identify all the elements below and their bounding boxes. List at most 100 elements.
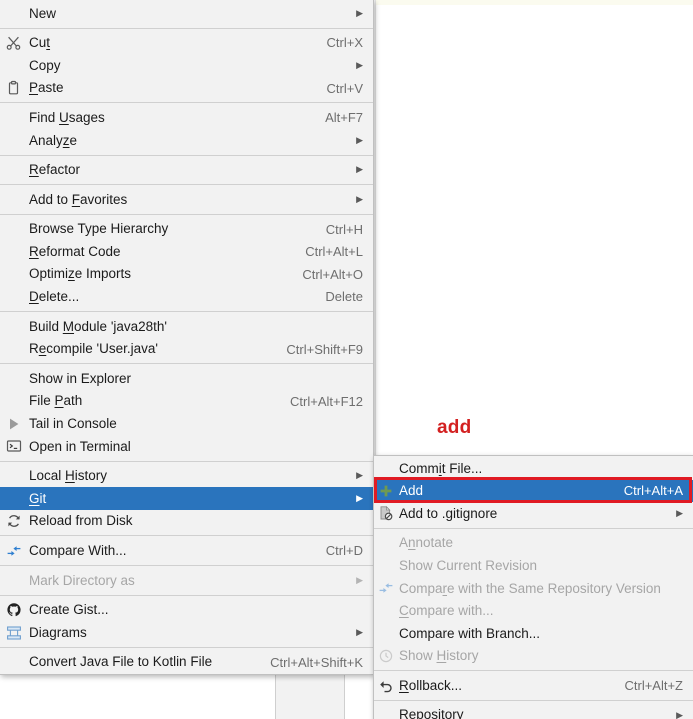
menu-item-shortcut: Ctrl+Alt+O: [302, 266, 363, 282]
chevron-right-icon: ▶: [356, 164, 363, 175]
refresh-icon: [0, 510, 28, 533]
menu-item-icon-slot: [0, 106, 28, 129]
menu-item-commit-file[interactable]: Commit File...: [374, 457, 693, 480]
chevron-right-icon: ▶: [676, 507, 683, 518]
menu-item-create-gist[interactable]: Create Gist...: [0, 599, 373, 622]
menu-item-shortcut: Ctrl+D: [325, 543, 363, 559]
menu-item-browse-type-hierarchy[interactable]: Browse Type Hierarchy Ctrl+H: [0, 218, 373, 241]
clock-icon: [374, 645, 398, 668]
menu-item-refactor[interactable]: Refactor ▶: [0, 159, 373, 182]
menu-separator: [374, 699, 693, 701]
menu-item-tail-in-console[interactable]: Tail in Console: [0, 413, 373, 436]
menu-item-label: Compare with Branch...: [399, 625, 541, 641]
menu-item-shortcut: Ctrl+Alt+Shift+K: [270, 654, 363, 670]
menu-item-icon-slot: [374, 600, 398, 623]
menu-item-mark-directory-as: Mark Directory as ▶: [0, 569, 373, 592]
menu-item-git[interactable]: Git ▶: [0, 487, 373, 510]
menu-item-label: Add: [399, 483, 424, 499]
menu-item-label: Rollback...: [399, 677, 463, 693]
play-icon: [0, 413, 28, 436]
menu-item-recompile-user-java[interactable]: Recompile 'User.java' Ctrl+Shift+F9: [0, 338, 373, 361]
menu-item-icon-slot: [0, 159, 28, 182]
menu-item-file-path[interactable]: File Path Ctrl+Alt+F12: [0, 390, 373, 413]
menu-separator: [0, 311, 373, 313]
annotation-add-label: add: [437, 417, 472, 438]
menu-item-compare-with[interactable]: Compare With... Ctrl+D: [0, 539, 373, 562]
menu-item-cut[interactable]: Cut Ctrl+X: [0, 32, 373, 55]
menu-item-label: Reformat Code: [29, 243, 121, 259]
menu-item-icon-slot: [0, 129, 28, 152]
menu-item-label: Git: [29, 490, 47, 506]
menu-separator: [0, 363, 373, 365]
menu-item-label: Add to .gitignore: [399, 505, 498, 521]
menu-item-paste[interactable]: Paste Ctrl+V: [0, 77, 373, 100]
menu-item-show-in-explorer[interactable]: Show in Explorer: [0, 367, 373, 390]
menu-item-label: Show in Explorer: [29, 370, 132, 386]
menu-item-reload-from-disk[interactable]: Reload from Disk: [0, 510, 373, 533]
menu-separator: [0, 213, 373, 215]
menu-item-label: Reload from Disk: [29, 513, 133, 529]
chevron-right-icon: ▶: [356, 493, 363, 504]
menu-item-copy[interactable]: Copy ▶: [0, 54, 373, 77]
plus-icon: [374, 480, 398, 503]
menu-item-add-to-favorites[interactable]: Add to Favorites ▶: [0, 188, 373, 211]
menu-item-convert-java-file-to-kotlin-file[interactable]: Convert Java File to Kotlin File Ctrl+Alt…: [0, 651, 373, 674]
menu-separator: [0, 646, 373, 648]
undo-icon: [374, 674, 398, 697]
menu-item-shortcut: Alt+F7: [325, 110, 363, 126]
menu-item-label: Compare With...: [29, 543, 127, 559]
menu-item-shortcut: Ctrl+Alt+L: [305, 244, 363, 260]
menu-item-label: Annotate: [399, 535, 454, 551]
menu-item-label: Browse Type Hierarchy: [29, 221, 169, 237]
menu-item-shortcut: Ctrl+V: [326, 80, 363, 96]
menu-item-shortcut: Ctrl+Alt+A: [623, 483, 683, 499]
chevron-right-icon: ▶: [356, 59, 363, 70]
editor-gutter-divider: [375, 0, 376, 455]
menu-item-analyze[interactable]: Analyze ▶: [0, 129, 373, 152]
chevron-right-icon: ▶: [356, 627, 363, 638]
menu-item-local-history[interactable]: Local History ▶: [0, 465, 373, 488]
menu-item-add[interactable]: Add Ctrl+Alt+A: [374, 479, 693, 503]
menu-item-icon-slot: [0, 569, 28, 592]
editor-context-menu[interactable]: New ▶ Cut Ctrl+X Copy ▶ Paste Ctrl+V Find Usages…: [0, 0, 374, 676]
menu-item-shortcut: Ctrl+X: [326, 35, 363, 51]
chevron-right-icon: ▶: [356, 134, 363, 145]
menu-item-icon-slot: [0, 54, 28, 77]
menu-item-optimize-imports[interactable]: Optimize Imports Ctrl+Alt+O: [0, 263, 373, 286]
menu-item-label: Analyze: [29, 132, 78, 148]
menu-separator: [0, 460, 373, 462]
menu-item-icon-slot: [0, 315, 28, 338]
menu-item-label: Optimize Imports: [29, 266, 132, 282]
menu-item-compare-with-branch[interactable]: Compare with Branch...: [374, 622, 693, 645]
menu-item-label: Show Current Revision: [399, 557, 538, 573]
menu-item-repository[interactable]: Repository ▶: [374, 704, 693, 719]
menu-item-icon-slot: [0, 286, 28, 309]
menu-separator: [0, 27, 373, 29]
menu-item-icon-slot: [374, 704, 398, 719]
menu-item-shortcut: Delete: [325, 289, 363, 305]
menu-item-add-to-gitignore[interactable]: Add to .gitignore ▶: [374, 502, 693, 525]
menu-item-new[interactable]: New ▶: [0, 2, 373, 25]
menu-item-shortcut: Ctrl+Alt+F12: [290, 393, 363, 409]
menu-item-label: Create Gist...: [29, 602, 109, 618]
menu-item-icon-slot: [374, 532, 398, 555]
menu-item-open-in-terminal[interactable]: Open in Terminal: [0, 435, 373, 458]
menu-item-label: Build Module 'java28th': [29, 318, 168, 334]
menu-separator: [374, 670, 693, 672]
menu-item-label: Paste: [29, 80, 64, 96]
menu-item-find-usages[interactable]: Find Usages Alt+F7: [0, 106, 373, 129]
menu-item-label: Repository: [399, 707, 464, 719]
menu-item-label: Find Usages: [29, 109, 105, 125]
menu-item-rollback[interactable]: Rollback... Ctrl+Alt+Z: [374, 674, 693, 697]
git-submenu[interactable]: Commit File... Add Ctrl+Alt+A Add to .gitig…: [373, 455, 693, 719]
menu-item-reformat-code[interactable]: Reformat Code Ctrl+Alt+L: [0, 240, 373, 263]
menu-item-shortcut: Ctrl+Alt+Z: [624, 678, 683, 694]
menu-item-icon-slot: [0, 338, 28, 361]
menu-item-icon-slot: [0, 2, 28, 25]
menu-separator: [374, 527, 693, 529]
menu-item-build-module-java28th[interactable]: Build Module 'java28th': [0, 315, 373, 338]
menu-item-delete[interactable]: Delete... Delete: [0, 286, 373, 309]
menu-item-label: Tail in Console: [29, 416, 117, 432]
chevron-right-icon: ▶: [356, 574, 363, 585]
menu-item-diagrams[interactable]: Diagrams ▶: [0, 621, 373, 644]
